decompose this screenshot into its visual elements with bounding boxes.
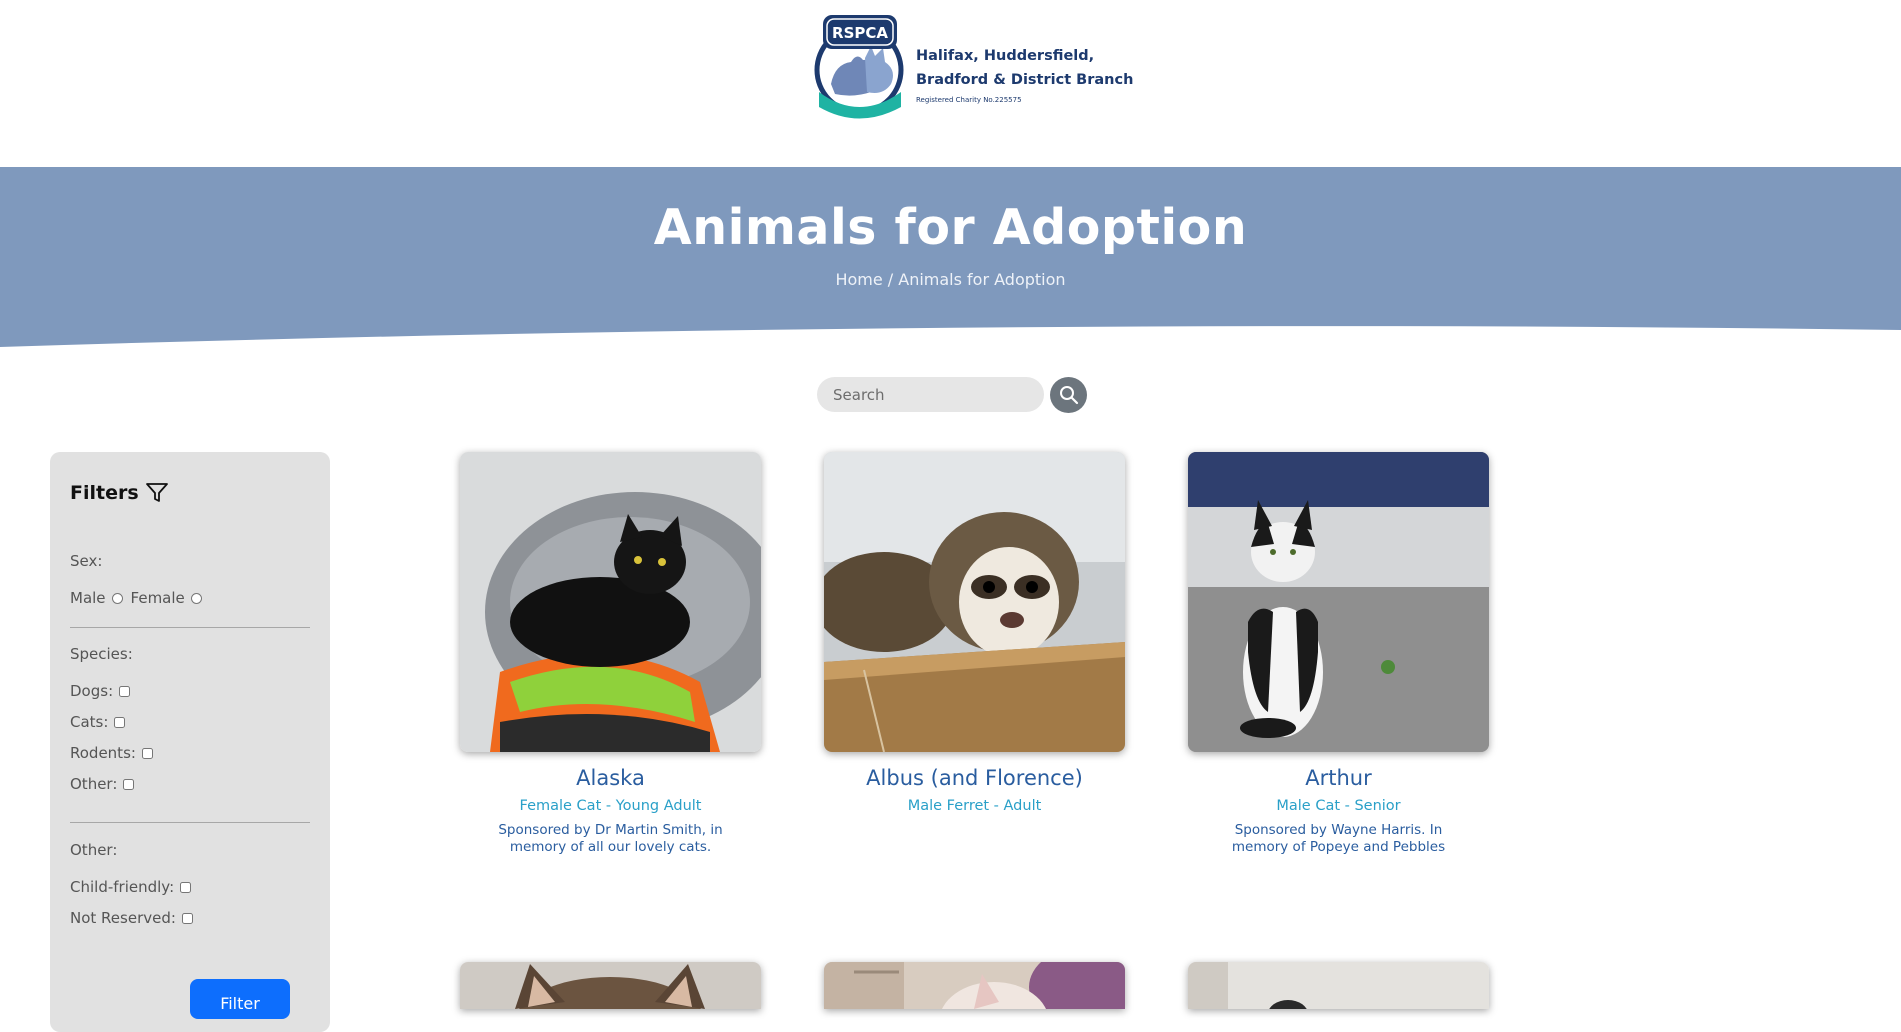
animal-photo[interactable] (824, 962, 1125, 1009)
search-input[interactable] (817, 377, 1044, 412)
cats-label: Cats: (70, 713, 109, 731)
funnel-icon (145, 483, 168, 502)
hero-wave-background (0, 167, 1901, 347)
animal-details: Male Cat - Senior (1276, 798, 1401, 814)
animal-sponsor: Sponsored by Dr Martin Smith, in memory … (498, 822, 723, 855)
animal-photo[interactable] (824, 452, 1125, 752)
rodents-label: Rodents: (70, 744, 136, 762)
hero-banner: Animals for Adoption Home / Animals for … (0, 167, 1901, 349)
logo-line-2: Bradford & District Branch (916, 72, 1134, 88)
sex-options: Male Female (70, 589, 202, 607)
other-species-checkbox[interactable] (123, 778, 135, 790)
search-bar (817, 377, 1087, 413)
filters-panel: Filters Sex: Male Female Species: Dogs: … (50, 452, 330, 1032)
animal-photo[interactable] (460, 962, 761, 1009)
rodents-option: Rodents: (70, 744, 153, 762)
child-friendly-label: Child-friendly: (70, 878, 175, 896)
not-reserved-label: Not Reserved: (70, 909, 176, 927)
animal-photo[interactable] (1188, 962, 1489, 1009)
logo-badge-text: RSPCA (832, 24, 888, 42)
dogs-label: Dogs: (70, 682, 114, 700)
rspca-emblem-icon: RSPCA (814, 15, 904, 119)
breadcrumb: Home / Animals for Adoption (0, 270, 1901, 289)
logo-text: Halifax, Huddersfield, Bradford & Distri… (916, 44, 1133, 106)
cat-photo-image (460, 962, 761, 1009)
animal-photo-image (824, 962, 1125, 1009)
animal-details: Female Cat - Young Adult (519, 798, 702, 814)
sex-label: Sex: (70, 552, 103, 570)
animal-name[interactable]: Albus (and Florence) (804, 766, 1145, 790)
logo-charity-number: Registered Charity No.225575 (916, 96, 1022, 104)
breadcrumb-home-link[interactable]: Home (835, 270, 882, 289)
ferret-photo-image (824, 452, 1125, 752)
other-species-label: Other: (70, 775, 118, 793)
filters-divider (70, 627, 310, 628)
search-icon (1059, 386, 1078, 405)
animal-photo[interactable] (460, 452, 761, 752)
dogs-checkbox[interactable] (119, 685, 131, 697)
cats-checkbox[interactable] (114, 716, 126, 728)
animal-sponsor: Sponsored by Wayne Harris. In memory of … (1231, 822, 1446, 855)
female-radio[interactable] (190, 592, 202, 604)
dogs-option: Dogs: (70, 682, 131, 700)
cat-photo-image (1188, 452, 1489, 752)
not-reserved-option: Not Reserved: (70, 909, 193, 927)
logo-line-1: Halifax, Huddersfield, (916, 48, 1095, 64)
cat-photo-image (460, 452, 761, 752)
search-button[interactable] (1050, 377, 1087, 413)
animal-details: Male Ferret - Adult (907, 798, 1042, 814)
cats-option: Cats: (70, 713, 126, 731)
filter-button[interactable]: Filter (190, 979, 290, 1019)
child-friendly-checkbox[interactable] (180, 881, 192, 893)
site-header: RSPCA Halifax, Huddersfield, Bradford & … (0, 0, 1901, 167)
female-label: Female (130, 589, 185, 607)
animal-name[interactable]: Alaska (440, 766, 781, 790)
other-label: Other: (70, 841, 118, 859)
species-label: Species: (70, 645, 133, 663)
animal-name[interactable]: Arthur (1168, 766, 1509, 790)
not-reserved-checkbox[interactable] (181, 912, 193, 924)
child-friendly-option: Child-friendly: (70, 878, 192, 896)
other-species-option: Other: (70, 775, 135, 793)
filters-title: Filters (70, 482, 139, 504)
page-title: Animals for Adoption (653, 199, 1248, 256)
male-radio[interactable] (111, 592, 123, 604)
rodents-checkbox[interactable] (141, 747, 153, 759)
animal-photo[interactable] (1188, 452, 1489, 752)
rspca-logo[interactable]: RSPCA Halifax, Huddersfield, Bradford & … (813, 12, 1133, 122)
male-label: Male (70, 589, 106, 607)
breadcrumb-current: Animals for Adoption (898, 270, 1066, 289)
animal-photo-image (1188, 962, 1489, 1009)
breadcrumb-separator: / (882, 270, 899, 289)
filters-header: Filters (70, 482, 169, 504)
filters-divider (70, 822, 310, 823)
